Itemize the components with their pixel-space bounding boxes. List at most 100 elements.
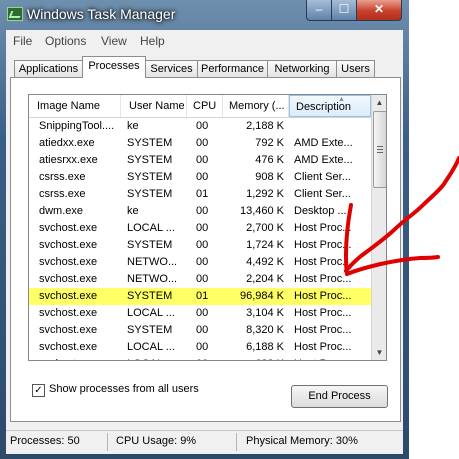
minimize-button[interactable]: ‒ bbox=[306, 0, 332, 21]
column-description[interactable]: ▲ Description bbox=[289, 95, 371, 117]
task-manager-window: Windows Task Manager ‒ ☐ ✕ File Options … bbox=[0, 0, 409, 459]
process-cpu: 00 bbox=[196, 205, 209, 217]
process-cpu: 01 bbox=[196, 188, 209, 200]
scroll-thumb[interactable] bbox=[373, 111, 386, 188]
process-row[interactable]: svchost.exe SYSTEM 00 8,320 K Host Proc... bbox=[29, 322, 371, 339]
status-divider bbox=[236, 433, 237, 451]
grip-line bbox=[377, 149, 383, 150]
process-image-name: svchost.exe bbox=[39, 222, 98, 234]
process-cpu: 00 bbox=[196, 273, 209, 285]
process-description: Host Proc... bbox=[294, 239, 352, 251]
process-description: AMD Exte... bbox=[294, 137, 353, 149]
close-button[interactable]: ✕ bbox=[356, 0, 402, 21]
process-user-name: NETWO... bbox=[127, 256, 178, 268]
process-memory: 688 K bbox=[222, 356, 284, 360]
tab-users[interactable]: Users bbox=[336, 60, 375, 77]
process-user-name: SYSTEM bbox=[127, 290, 173, 302]
process-description: Host Proc... bbox=[294, 222, 352, 234]
process-memory: 13,460 K bbox=[239, 205, 284, 217]
process-row[interactable]: atiesrxx.exe SYSTEM 00 476 K AMD Exte... bbox=[29, 152, 371, 169]
column-cpu[interactable]: CPU bbox=[187, 95, 223, 117]
process-user-name: LOCAL ... bbox=[127, 307, 175, 319]
process-cpu: 00 bbox=[196, 307, 209, 319]
process-memory: 2,188 K bbox=[246, 120, 284, 132]
show-all-processes-checkbox[interactable]: ✓ bbox=[32, 384, 45, 397]
process-memory: 908 K bbox=[255, 171, 284, 183]
process-user-name: NETWO... bbox=[127, 273, 178, 285]
process-cpu: 00 bbox=[196, 324, 209, 336]
vertical-scrollbar[interactable]: ▲ ▼ bbox=[371, 95, 386, 360]
process-cpu: 00 bbox=[196, 256, 209, 268]
process-user-name: LOCAL ... bbox=[127, 341, 175, 353]
process-cpu: 00 bbox=[196, 239, 209, 251]
scroll-down-arrow-icon[interactable]: ▼ bbox=[372, 345, 386, 360]
process-description: Host Proc... bbox=[294, 341, 352, 353]
process-cpu: 00 bbox=[196, 120, 209, 132]
grip-line bbox=[377, 146, 383, 147]
grip-line bbox=[377, 152, 383, 153]
process-row[interactable]: svchost.exeLOCAL ... 00 688 K Host Proc... bbox=[29, 356, 371, 360]
process-row[interactable]: csrss.exe SYSTEM 01 1,292 K Client Ser... bbox=[29, 186, 371, 203]
process-memory: 2,700 K bbox=[246, 222, 284, 234]
process-image-name: svchost.exe bbox=[39, 324, 98, 336]
process-image-name: svchost.exe bbox=[39, 256, 98, 268]
process-user-name: ke bbox=[127, 205, 139, 217]
process-image-name: svchost.exe bbox=[39, 341, 98, 353]
process-memory: 792 K bbox=[255, 137, 284, 149]
processes-panel: Image Name User Name CPU Memory (... ▲ D… bbox=[10, 77, 401, 422]
process-description: Host Proc... bbox=[294, 273, 352, 285]
process-row[interactable]: svchost.exe LOCAL ... 00 6,188 K Host Proc..… bbox=[29, 339, 371, 356]
tab-performance[interactable]: Performance bbox=[197, 60, 268, 77]
process-list[interactable]: Image Name User Name CPU Memory (... ▲ D… bbox=[28, 94, 387, 361]
process-user-name: SYSTEM bbox=[127, 137, 173, 149]
process-row-highlighted[interactable]: svchost.exe SYSTEM 01 96,984 K Host Proc... bbox=[29, 288, 371, 305]
process-cpu: 00 bbox=[196, 341, 209, 353]
tab-services[interactable]: Services bbox=[145, 60, 198, 77]
process-memory: 4,492 K bbox=[246, 256, 284, 268]
column-image-name[interactable]: Image Name bbox=[29, 95, 121, 117]
process-image-name: SnippingTool.... bbox=[39, 120, 115, 132]
maximize-button[interactable]: ☐ bbox=[331, 0, 357, 21]
tab-strip: Applications Processes Services Performa… bbox=[10, 56, 400, 78]
process-cpu: 00 bbox=[196, 137, 209, 149]
tab-processes[interactable]: Processes bbox=[82, 56, 146, 78]
process-user-name: SYSTEM bbox=[127, 188, 173, 200]
column-header: Image Name User Name CPU Memory (... ▲ D… bbox=[29, 95, 371, 118]
menu-file[interactable]: File bbox=[13, 34, 32, 48]
process-memory: 96,984 K bbox=[239, 290, 284, 302]
process-image-name: svchost.exe bbox=[39, 273, 98, 285]
menu-options[interactable]: Options bbox=[45, 34, 86, 48]
process-row[interactable]: csrss.exe SYSTEM 00 908 K Client Ser... bbox=[29, 169, 371, 186]
end-process-button[interactable]: End Process bbox=[291, 385, 388, 408]
process-user-name: LOCAL ... bbox=[127, 356, 189, 360]
window-title: Windows Task Manager bbox=[27, 6, 176, 22]
process-row[interactable]: SnippingTool.... ke 00 2,188 K bbox=[29, 118, 371, 135]
process-image-name: svchost.exe bbox=[39, 239, 98, 251]
tab-networking[interactable]: Networking bbox=[267, 60, 337, 77]
process-description: Client Ser... bbox=[294, 188, 351, 200]
process-memory: 476 K bbox=[255, 154, 284, 166]
status-processes: Processes: 50 bbox=[10, 435, 80, 447]
process-description: Host Proc... bbox=[294, 356, 370, 360]
process-memory: 6,188 K bbox=[246, 341, 284, 353]
tab-applications[interactable]: Applications bbox=[14, 60, 83, 77]
process-description: Host Proc... bbox=[294, 307, 352, 319]
scroll-up-arrow-icon[interactable]: ▲ bbox=[372, 95, 386, 110]
menu-bar: File Options View Help bbox=[6, 30, 403, 52]
process-user-name: SYSTEM bbox=[127, 239, 173, 251]
column-user-name[interactable]: User Name bbox=[121, 95, 187, 117]
process-memory: 2,204 K bbox=[246, 273, 284, 285]
process-row[interactable]: svchost.exe LOCAL ... 00 2,700 K Host Proc..… bbox=[29, 220, 371, 237]
process-row[interactable]: atiedxx.exe SYSTEM 00 792 K AMD Exte... bbox=[29, 135, 371, 152]
process-row[interactable]: svchost.exe SYSTEM 00 1,724 K Host Proc... bbox=[29, 237, 371, 254]
menu-help[interactable]: Help bbox=[140, 34, 165, 48]
process-row[interactable]: svchost.exe LOCAL ... 00 3,104 K Host Proc..… bbox=[29, 305, 371, 322]
column-memory[interactable]: Memory (... bbox=[223, 95, 289, 117]
process-user-name: SYSTEM bbox=[127, 324, 173, 336]
process-row[interactable]: svchost.exe NETWO... 00 2,204 K Host Proc... bbox=[29, 271, 371, 288]
process-image-name: svchost.exe bbox=[39, 290, 98, 302]
menu-view[interactable]: View bbox=[101, 34, 127, 48]
process-image-name: svchost.exe bbox=[39, 356, 125, 360]
process-row[interactable]: svchost.exe NETWO... 00 4,492 K Host Proc... bbox=[29, 254, 371, 271]
process-row[interactable]: dwm.exe ke 00 13,460 K Desktop ... bbox=[29, 203, 371, 220]
